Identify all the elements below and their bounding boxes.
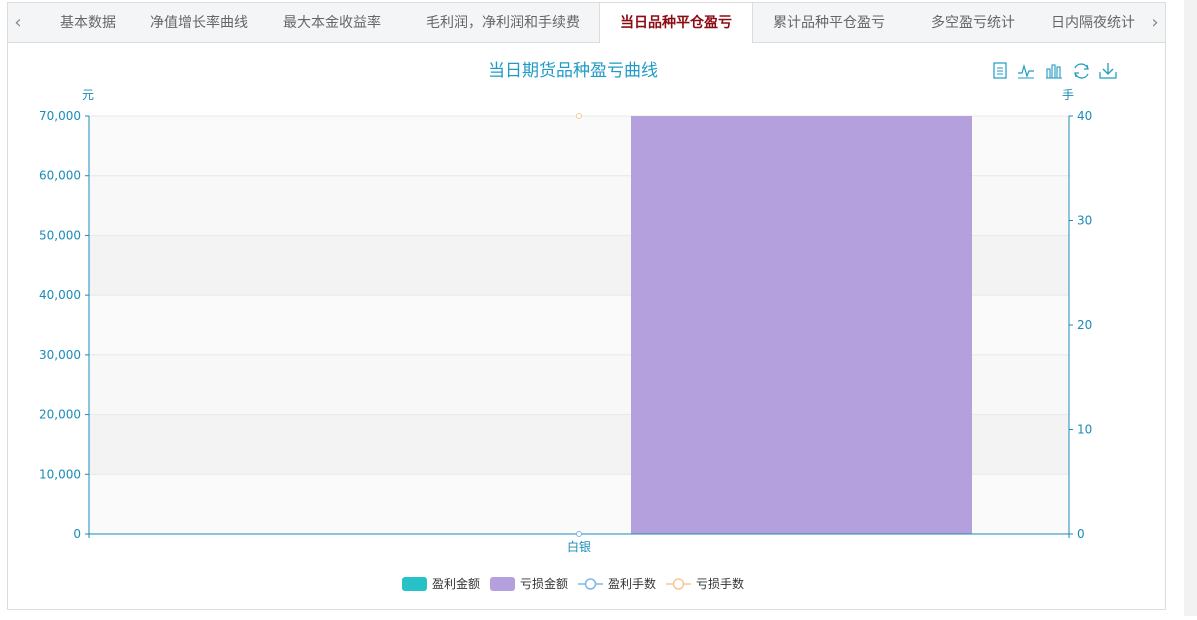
legend-label: 盈利手数	[608, 576, 656, 591]
chart-bars	[631, 116, 972, 534]
y-right-tick-label: 10	[1077, 423, 1092, 437]
legend-swatch-marker	[584, 578, 597, 590]
legend-label: 盈利金额	[432, 576, 480, 591]
legend-profit-amount[interactable]: 盈利金额	[402, 576, 480, 591]
legend-label: 亏损手数	[696, 576, 744, 591]
bar-loss-amount[interactable]	[631, 116, 972, 534]
y-right-unit: 手	[1062, 88, 1074, 102]
chart-svg: 当日期货品种盈亏曲线 元 手 010,00020,00030,00040,000…	[39, 61, 1117, 591]
y-left-tick-label: 70,000	[39, 109, 81, 123]
legend-profit-lots[interactable]: 盈利手数	[578, 576, 656, 591]
legend-loss-lots[interactable]: 亏损手数	[666, 576, 744, 591]
legend-swatch	[490, 577, 515, 591]
y-left-tick-label: 10,000	[39, 467, 81, 481]
download-icon[interactable]	[1099, 63, 1117, 79]
y-right-tick-label: 40	[1077, 109, 1092, 123]
y-left-tick-label: 50,000	[39, 228, 81, 242]
point-profit-lots[interactable]	[576, 531, 582, 537]
y-right-tick-label: 0	[1077, 527, 1085, 541]
y-left-tick-label: 40,000	[39, 288, 81, 302]
restore-icon[interactable]	[1074, 63, 1089, 79]
y-left-unit: 元	[82, 88, 94, 102]
chart-legend: 盈利金额 亏损金额 盈利手数 亏损手数	[402, 576, 744, 591]
y-left-tick-label: 30,000	[39, 348, 81, 362]
y-left-tick-label: 0	[73, 527, 81, 541]
y-left-tick-label: 20,000	[39, 408, 81, 422]
line-chart-icon[interactable]	[1018, 63, 1034, 79]
chart-title: 当日期货品种盈亏曲线	[488, 61, 658, 81]
y-left-tick-label: 60,000	[39, 169, 81, 183]
legend-swatch-marker	[672, 578, 685, 590]
legend-label: 亏损金额	[520, 576, 568, 591]
x-tick-label: 白银	[567, 539, 591, 554]
y-right-tick-label: 20	[1077, 318, 1092, 332]
data-view-icon[interactable]	[993, 62, 1007, 79]
legend-swatch	[402, 577, 427, 591]
y-right-tick-label: 30	[1077, 214, 1092, 228]
legend-loss-amount[interactable]: 亏损金额	[490, 576, 568, 591]
point-loss-lots[interactable]	[576, 113, 582, 119]
bar-chart-icon[interactable]	[1046, 64, 1062, 79]
chart-area: 当日期货品种盈亏曲线 元 手 0 10,000 20,000 30,000 40…	[0, 0, 1197, 616]
